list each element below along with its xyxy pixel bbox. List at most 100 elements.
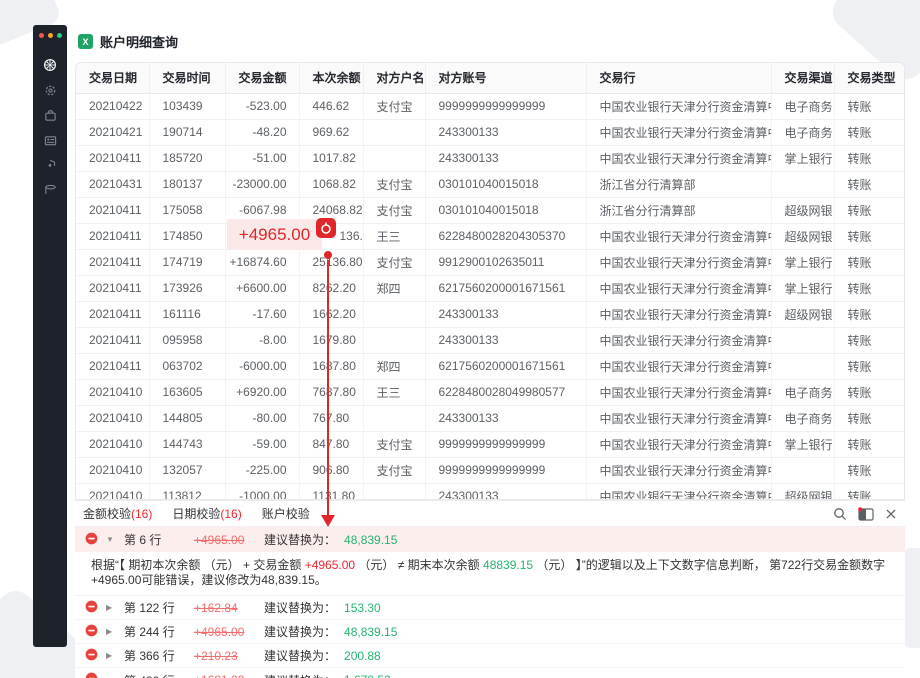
table-cell: 转账 <box>834 405 905 431</box>
table-cell: 中国农业银行天津分行资金清算中心 <box>586 275 771 301</box>
table-cell: 电子商务 <box>771 379 834 405</box>
table-cell: 243300133 <box>425 327 586 353</box>
annotation-arrow-head <box>321 515 335 527</box>
table-cell: -17.60 <box>225 301 299 327</box>
table-cell: 超级网银 <box>771 301 834 327</box>
table-cell: 20210410 <box>76 431 149 457</box>
table-cell: -59.00 <box>225 431 299 457</box>
table-cell: 20210411 <box>76 249 149 275</box>
table-cell: 6228480028204305370 <box>425 223 586 249</box>
table-cell: 支付宝 <box>363 93 425 119</box>
suggest-label: 建议替换为： <box>264 623 336 640</box>
column-header: 交易金额 <box>225 63 299 93</box>
table-cell: 电子商务 <box>771 119 834 145</box>
table-cell: -8.00 <box>225 327 299 353</box>
tab-account-check[interactable]: 账户校验 <box>262 505 310 522</box>
table-row: 20210422103439-523.00446.62支付宝9999999999… <box>76 93 905 119</box>
close-icon[interactable] <box>885 508 897 520</box>
table-cell: +6600.00 <box>225 275 299 301</box>
tab-amount-check[interactable]: 金额校验(16) <box>83 505 152 522</box>
error-row[interactable]: ▶第 244 行+4965.00建议替换为：48,839.15 <box>75 620 905 644</box>
suggest-label: 建议替换为： <box>264 647 336 664</box>
search-icon[interactable] <box>833 507 847 521</box>
panel-toggle-icon[interactable] <box>858 507 874 521</box>
table-cell: 190714 <box>149 119 225 145</box>
table-cell: 中国农业银行天津分行资金清算中心 <box>586 223 771 249</box>
table-cell: +6920.00 <box>225 379 299 405</box>
panel-tab-bar: 金额校验(16) 日期校验(16) 账户校验 <box>75 501 905 527</box>
caret-right-icon[interactable]: ▶ <box>106 603 116 612</box>
table-row: 20210411063702-6000.001687.80郑四621756020… <box>76 353 905 379</box>
table-cell: 中国农业银行天津分行资金清算中心 <box>586 431 771 457</box>
table-cell <box>771 327 834 353</box>
error-list: ▼第 6 行+4965.00建议替换为：48,839.15根据“【 期初本次余额… <box>75 527 905 678</box>
table-cell: 支付宝 <box>363 457 425 483</box>
table-cell: 1017.82 <box>299 145 363 171</box>
table-cell: 446.62 <box>299 93 363 119</box>
column-header: 对方账号 <box>425 63 586 93</box>
table-cell: 转账 <box>834 275 905 301</box>
table-cell: 1131.80 <box>299 483 363 500</box>
table-cell: 8262.20 <box>299 275 363 301</box>
shield-icon[interactable] <box>39 156 61 174</box>
briefcase-icon[interactable] <box>39 106 61 124</box>
table-cell: 9999999999999999 <box>425 431 586 457</box>
table-cell: +16874.60 <box>225 249 299 275</box>
table-cell <box>363 301 425 327</box>
table-header-row: 交易日期交易时间交易金额本次余额对方户名对方账号交易行交易渠道交易类型 <box>76 63 905 93</box>
table-cell: 转账 <box>834 483 905 500</box>
caret-right-icon[interactable]: ▶ <box>106 627 116 636</box>
error-badge[interactable] <box>316 218 336 238</box>
error-old-value: +210.23 <box>194 649 256 663</box>
error-suggested-value: 48,839.15 <box>344 625 397 639</box>
table-cell: 支付宝 <box>363 197 425 223</box>
table-cell: 132057 <box>149 457 225 483</box>
error-suggested-value: 48,839.15 <box>344 533 397 547</box>
logo-wheel-icon[interactable] <box>39 56 61 74</box>
table-cell: 中国农业银行天津分行资金清算中心 <box>586 145 771 171</box>
error-row-label: 第 366 行 <box>124 647 182 664</box>
tab-date-check[interactable]: 日期校验(16) <box>172 505 241 522</box>
window-traffic-lights <box>33 25 67 38</box>
table-cell: 103439 <box>149 93 225 119</box>
table-cell: 掌上银行 <box>771 431 834 457</box>
error-old-value: +162.84 <box>194 601 256 615</box>
table-cell: 767.80 <box>299 405 363 431</box>
table-cell: 超级网银 <box>771 197 834 223</box>
column-header: 交易日期 <box>76 63 149 93</box>
error-suggested-value: 1,678.52 <box>344 673 391 678</box>
table-cell: 超级网银 <box>771 483 834 500</box>
table-cell: 转账 <box>834 353 905 379</box>
error-row[interactable]: ▶第 366 行+210.23建议替换为：200.88 <box>75 644 905 668</box>
caret-right-icon[interactable]: ▶ <box>106 651 116 660</box>
maximize-window-dot[interactable] <box>57 33 62 38</box>
photo-card-icon[interactable] <box>39 131 61 149</box>
table-cell: 9999999999999999 <box>425 457 586 483</box>
table-cell: 转账 <box>834 301 905 327</box>
minimize-window-dot[interactable] <box>48 33 53 38</box>
table-cell: 中国农业银行天津分行资金清算中心 <box>586 379 771 405</box>
close-window-dot[interactable] <box>39 33 44 38</box>
table-cell: 中国农业银行天津分行资金清算中心 <box>586 249 771 275</box>
table-cell: 中国农业银行天津分行资金清算中心 <box>586 405 771 431</box>
table-cell: 1687.80 <box>299 353 363 379</box>
gear-icon[interactable] <box>39 81 61 99</box>
table-cell: 电子商务 <box>771 93 834 119</box>
caret-down-icon[interactable]: ▼ <box>106 535 116 544</box>
alarm-error-icon <box>320 222 332 234</box>
error-suggested-value: 153.30 <box>344 601 381 615</box>
table-cell: 20210411 <box>76 353 149 379</box>
database-icon[interactable] <box>39 181 61 199</box>
table-cell: 030101040015018 <box>425 197 586 223</box>
error-row[interactable]: ▶第 480 行+1681.29建议替换为：1,678.52 <box>75 668 905 678</box>
table-cell: 转账 <box>834 171 905 197</box>
table-cell: 7687.80 <box>299 379 363 405</box>
table-cell: 174850 <box>149 223 225 249</box>
table-cell: 163605 <box>149 379 225 405</box>
error-row[interactable]: ▼第 6 行+4965.00建议替换为：48,839.15 <box>75 527 905 552</box>
transactions-table-container: 交易日期交易时间交易金额本次余额对方户名对方账号交易行交易渠道交易类型 2021… <box>75 62 905 500</box>
error-row[interactable]: ▶第 122 行+162.84建议替换为：153.30 <box>75 596 905 620</box>
table-cell: 王三 <box>363 379 425 405</box>
table-cell: 转账 <box>834 457 905 483</box>
title-bar: X 账户明细查询 <box>78 32 178 51</box>
